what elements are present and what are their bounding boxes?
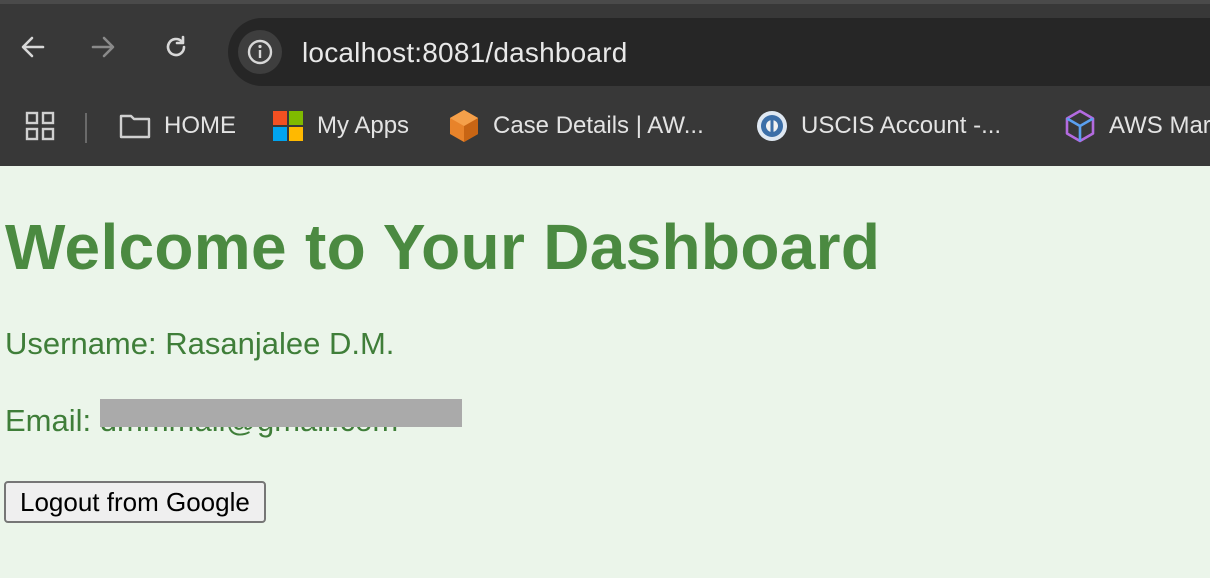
bookmark-case-details[interactable]: Case Details | AW... bbox=[447, 109, 704, 143]
username-text: Username: Rasanjalee D.M. bbox=[5, 326, 395, 361]
forward-arrow-icon bbox=[91, 36, 115, 58]
apps-grid-icon bbox=[25, 111, 55, 141]
email-value: dmmmail@gmail.com bbox=[99, 399, 462, 439]
bookmark-label: Case Details | AW... bbox=[493, 112, 704, 139]
email-label: Email: bbox=[5, 403, 92, 438]
aws-cube-icon bbox=[1063, 109, 1097, 143]
folder-icon bbox=[118, 109, 152, 143]
email-line: Email: dmmmail@gmail.com bbox=[5, 399, 462, 439]
bookmarks-bar: HOME My Apps Case Details | AW... USCIS … bbox=[0, 86, 1210, 166]
bookmark-label: HOME bbox=[164, 112, 236, 139]
microsoft-icon bbox=[271, 109, 305, 143]
redaction-box bbox=[99, 399, 462, 427]
logout-button[interactable]: Logout from Google bbox=[4, 481, 266, 523]
aws-box-icon bbox=[447, 109, 481, 143]
bookmark-label: AWS Mar bbox=[1109, 112, 1210, 139]
bookmarks-separator bbox=[85, 113, 87, 143]
bookmark-my-apps[interactable]: My Apps bbox=[271, 109, 409, 143]
bookmark-label: USCIS Account -... bbox=[801, 112, 1002, 139]
page-content: Welcome to Your Dashboard Username: Rasa… bbox=[0, 166, 1210, 578]
site-info-icon[interactable] bbox=[238, 30, 282, 74]
bookmark-home[interactable]: HOME bbox=[118, 109, 236, 143]
bookmark-aws-mar[interactable]: AWS Mar bbox=[1063, 109, 1210, 143]
back-button[interactable] bbox=[17, 31, 49, 63]
reload-icon bbox=[166, 35, 186, 57]
browser-toolbar: localhost:8081/dashboard bbox=[0, 4, 1210, 86]
url-text[interactable]: localhost:8081/dashboard bbox=[302, 37, 628, 69]
apps-grid-button[interactable] bbox=[24, 109, 56, 143]
address-bar[interactable]: localhost:8081/dashboard bbox=[228, 18, 1210, 86]
browser-chrome: localhost:8081/dashboard HOME My Apps Ca… bbox=[0, 0, 1210, 166]
page-title: Welcome to Your Dashboard bbox=[5, 211, 881, 283]
bookmark-label: My Apps bbox=[317, 112, 410, 139]
uscis-seal-icon bbox=[755, 109, 789, 143]
back-arrow-icon bbox=[21, 36, 45, 58]
forward-button[interactable] bbox=[87, 31, 119, 63]
bookmark-uscis[interactable]: USCIS Account -... bbox=[755, 109, 1001, 143]
reload-button[interactable] bbox=[160, 31, 192, 63]
